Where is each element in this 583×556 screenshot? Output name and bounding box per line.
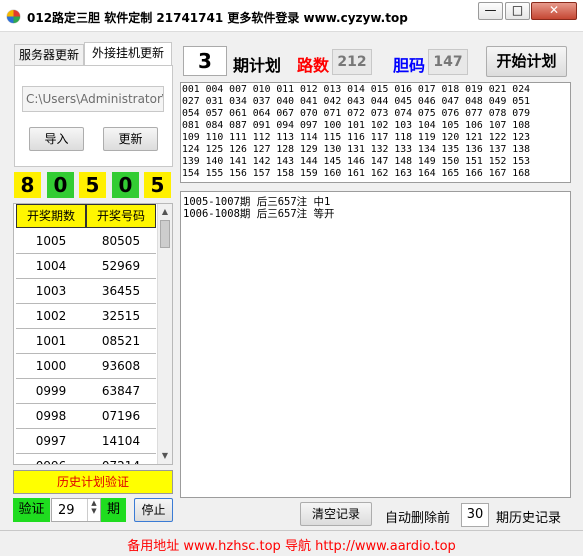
table-row[interactable]: 099607214 — [16, 454, 156, 464]
history-table[interactable]: 开奖期数 开奖号码 1005 80505 1004 52969 1003 36455 … — [13, 203, 173, 465]
issue-cell: 1000 — [35, 359, 67, 373]
number-cell: 32515 — [101, 309, 141, 323]
numbers-line: 139 140 141 142 143 144 145 146 147 148 … — [182, 156, 530, 167]
import-button[interactable]: 导入 — [29, 127, 84, 151]
stepper-arrows-icon[interactable]: ▲ ▼ — [87, 499, 100, 521]
column-header-issue[interactable]: 开奖期数 — [16, 204, 86, 228]
maximize-button[interactable]: □ — [505, 2, 530, 20]
lushu-value-field[interactable]: 212 — [332, 49, 372, 75]
issue-cell: 0998 — [35, 409, 67, 423]
history-scrollbar[interactable]: ▲ ▼ — [157, 204, 172, 464]
issue-cell: 1001 — [35, 334, 67, 348]
start-plan-button[interactable]: 开始计划 — [486, 46, 567, 77]
number-cell: 93608 — [101, 359, 141, 373]
number-cell: 07214 — [86, 459, 156, 464]
issue-cell: 0996 — [16, 459, 86, 464]
auto-delete-field[interactable]: 30 — [461, 503, 489, 527]
close-button[interactable]: ✕ — [531, 2, 577, 20]
table-row[interactable]: 1005 80505 — [16, 229, 156, 254]
plan-numbers-text: 001 004 007 010 011 012 013 014 015 016 … — [182, 84, 542, 180]
numbers-line: 027 031 034 037 040 041 042 043 044 045 … — [182, 96, 530, 107]
number-cell: 14104 — [101, 434, 141, 448]
update-button[interactable]: 更新 — [103, 127, 158, 151]
column-header-number[interactable]: 开奖号码 — [86, 204, 156, 228]
tab-server-update[interactable]: 服务器更新 — [14, 44, 84, 66]
window-title: 012路定三胆 软件定制 21741741 更多软件登录 www.cyzyw.t… — [27, 11, 408, 25]
table-row[interactable]: 1002 32515 — [16, 304, 156, 329]
issue-cell: 1005 — [35, 234, 67, 248]
tab-panel — [14, 65, 173, 167]
scroll-down-icon[interactable]: ▼ — [158, 449, 172, 463]
footer-divider — [0, 530, 583, 531]
number-cell: 63847 — [101, 384, 141, 398]
scroll-up-icon[interactable]: ▲ — [158, 205, 172, 219]
issue-cell: 1003 — [35, 284, 67, 298]
dan-label: 胆码 — [393, 56, 426, 75]
plugin-path-field[interactable]: C:\Users\Administrator\ — [22, 86, 164, 112]
plan-log-box[interactable]: 1005-1007期 后三657注 中1 1006-1008期 后三657注 等… — [180, 191, 571, 498]
verify-period-label: 期 — [101, 498, 126, 522]
draw-digit-3: 5 — [79, 172, 106, 198]
issue-cell: 0999 — [35, 384, 67, 398]
auto-delete-label: 自动删除前 — [385, 511, 451, 526]
numbers-line: 109 110 111 112 113 114 115 116 117 118 … — [182, 132, 530, 143]
footer-links[interactable]: 备用地址 www.hzhsc.top 导航 http://www.aardio.… — [0, 535, 583, 554]
table-row[interactable]: 0999 63847 — [16, 379, 156, 404]
numbers-line: 154 155 156 157 158 159 160 161 162 163 … — [182, 168, 530, 179]
history-verify-title: 历史计划验证 — [13, 470, 173, 494]
title-bar: 012路定三胆 软件定制 21741741 更多软件登录 www.cyzyw.t… — [0, 0, 583, 32]
numbers-line: 054 057 061 064 067 070 071 072 073 074 … — [182, 108, 530, 119]
numbers-line: 124 125 126 127 128 129 130 131 132 133 … — [182, 144, 530, 155]
table-row[interactable]: 1004 52969 — [16, 254, 156, 279]
issue-cell: 1002 — [35, 309, 67, 323]
app-logo-icon — [6, 9, 21, 24]
lushu-label: 路数 — [297, 56, 330, 75]
numbers-line: 001 004 007 010 011 012 013 014 015 016 … — [182, 84, 530, 95]
draw-digit-1: 8 — [14, 172, 41, 198]
stop-button[interactable]: 停止 — [134, 498, 173, 522]
plan-period-label: 期计划 — [233, 56, 282, 75]
issue-cell: 0997 — [35, 434, 67, 448]
number-cell: 07196 — [101, 409, 141, 423]
verify-count-value: 29 — [58, 503, 75, 518]
number-cell: 36455 — [101, 284, 141, 298]
verify-label: 验证 — [13, 498, 50, 522]
tab-plugin-update[interactable]: 外接挂机更新 — [84, 42, 172, 66]
plan-periods-field[interactable]: 3 — [183, 46, 227, 76]
issue-cell: 1004 — [35, 259, 67, 273]
table-row[interactable]: 1000 93608 — [16, 354, 156, 379]
scroll-thumb[interactable] — [160, 220, 170, 248]
number-cell: 08521 — [101, 334, 141, 348]
dan-value-field[interactable]: 147 — [428, 49, 468, 75]
minimize-button[interactable]: — — [478, 2, 503, 20]
table-row[interactable]: 0998 07196 — [16, 404, 156, 429]
log-line: 1006-1008期 后三657注 等开 — [183, 208, 335, 220]
number-cell: 80505 — [101, 234, 141, 248]
draw-digit-4: 0 — [112, 172, 139, 198]
number-cell: 52969 — [101, 259, 141, 273]
clear-records-button[interactable]: 清空记录 — [300, 502, 372, 526]
table-row[interactable]: 1001 08521 — [16, 329, 156, 354]
table-row[interactable]: 1003 36455 — [16, 279, 156, 304]
auto-delete-suffix: 期历史记录 — [496, 511, 562, 526]
draw-digit-2: 0 — [47, 172, 74, 198]
table-row[interactable]: 0997 14104 — [16, 429, 156, 454]
draw-digit-5: 5 — [144, 172, 171, 198]
plan-numbers-box[interactable]: 001 004 007 010 011 012 013 014 015 016 … — [180, 82, 571, 183]
numbers-line: 081 084 087 091 094 097 100 101 102 103 … — [182, 120, 530, 131]
verify-count-stepper[interactable]: 29 ▲ ▼ — [51, 498, 101, 522]
